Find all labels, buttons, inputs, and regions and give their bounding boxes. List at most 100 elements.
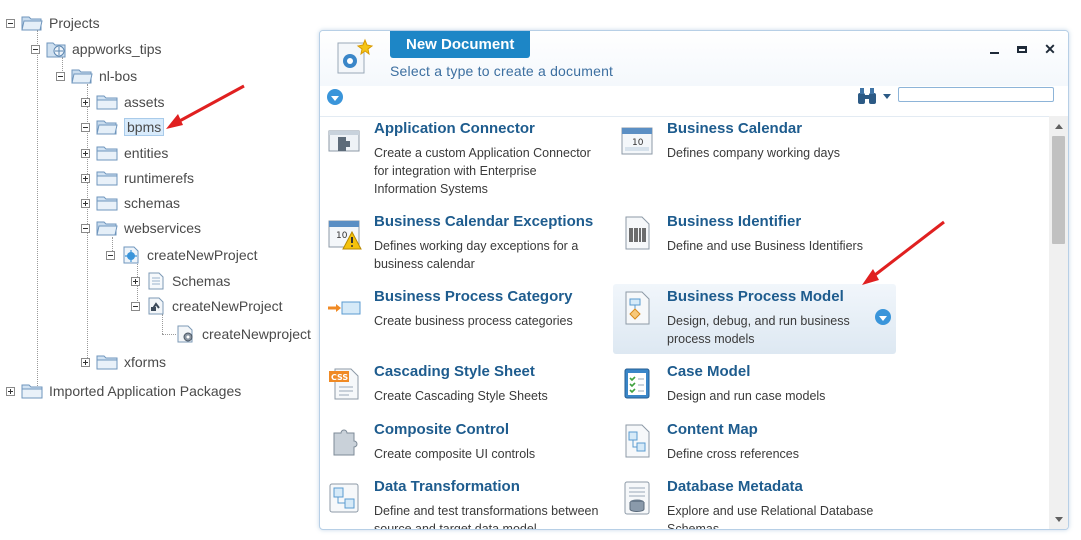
doc-type-name: Business Process Category xyxy=(374,288,573,305)
doc-type-business-calendar-exceptions[interactable]: 10 Business Calendar Exceptions Defines … xyxy=(320,209,602,279)
options-dropdown-button[interactable] xyxy=(327,89,343,105)
tree-node-xforms[interactable]: xforms xyxy=(81,351,166,373)
collapse-icon[interactable] xyxy=(31,44,40,54)
schema-document-icon xyxy=(148,272,164,290)
calendar-icon: 10 xyxy=(621,127,653,155)
doc-type-desc: Create business process categories xyxy=(374,314,573,328)
close-button[interactable]: ✕ xyxy=(1042,41,1058,57)
barcode-icon xyxy=(625,216,650,250)
doc-type-desc: Defines working day exceptions for a bus… xyxy=(374,239,579,271)
collapse-icon[interactable] xyxy=(6,18,15,28)
tree-node-appworks-tips[interactable]: appworks_tips xyxy=(31,38,162,60)
collapse-icon[interactable] xyxy=(131,301,140,311)
content-map-icon xyxy=(625,424,650,458)
doc-type-name: Business Identifier xyxy=(667,213,802,230)
tree-node-webservices[interactable]: webservices xyxy=(81,217,201,239)
folder-icon xyxy=(96,171,118,186)
doc-type-desc: Define and use Business Identifiers xyxy=(667,239,863,253)
tree-label: createNewProject xyxy=(172,298,283,314)
tree-node-projects[interactable]: Projects xyxy=(6,12,100,34)
doc-type-desc: Create composite UI controls xyxy=(374,447,536,461)
doc-type-name: Composite Control xyxy=(374,421,509,438)
tree-node-nl-bos[interactable]: nl-bos xyxy=(56,65,137,87)
doc-type-name: Database Metadata xyxy=(667,478,803,495)
item-options-dropdown-button[interactable] xyxy=(875,309,891,325)
folder-icon xyxy=(96,196,118,211)
document-type-list: Application Connector Create a custom Ap… xyxy=(320,116,1048,529)
doc-type-data-transformation[interactable]: Data Transformation Define and test tran… xyxy=(320,474,602,529)
web-service-interface-icon xyxy=(148,297,164,315)
puzzle-piece-icon xyxy=(333,429,358,456)
tree-node-imported-packages[interactable]: Imported Application Packages xyxy=(6,380,241,402)
collapse-icon[interactable] xyxy=(81,122,90,132)
tree-label: createNewproject xyxy=(202,326,311,342)
tree-node-runtimerefs[interactable]: runtimerefs xyxy=(81,167,194,189)
expand-icon[interactable] xyxy=(81,357,90,367)
expand-icon[interactable] xyxy=(81,173,90,183)
doc-type-name: Application Connector xyxy=(374,120,535,137)
search-options-caret[interactable] xyxy=(883,94,891,99)
web-service-icon xyxy=(123,246,139,264)
doc-type-desc: Define and test transformations between … xyxy=(374,504,599,529)
collapse-icon[interactable] xyxy=(56,71,65,81)
new-document-dialog: New Document Select a type to create a d… xyxy=(319,30,1069,530)
tree-node-schemas-child[interactable]: Schemas xyxy=(131,270,230,292)
tree-node-createnewproject-2[interactable]: createNewProject xyxy=(131,295,283,317)
folder-open-icon xyxy=(21,16,43,31)
tree-node-createnewproject[interactable]: createNewProject xyxy=(106,244,258,266)
doc-type-business-process-model[interactable]: Business Process Model Design, debug, an… xyxy=(613,284,896,354)
maximize-button[interactable] xyxy=(1014,41,1030,57)
tree-node-schemas[interactable]: schemas xyxy=(81,192,180,214)
scroll-down-arrow-icon[interactable] xyxy=(1049,511,1068,527)
window-controls: ✕ xyxy=(986,41,1058,57)
doc-type-database-metadata[interactable]: Database Metadata Explore and use Relati… xyxy=(613,474,895,529)
tree-node-assets[interactable]: assets xyxy=(81,91,164,113)
tree-label-selected: bpms xyxy=(124,118,165,136)
doc-type-desc: Explore and use Relational Database Sche… xyxy=(667,504,874,529)
scroll-up-arrow-icon[interactable] xyxy=(1049,118,1068,134)
tree-line xyxy=(162,334,176,335)
web-service-operation-icon xyxy=(177,325,193,343)
calendar-day-number: 10 xyxy=(632,138,644,148)
dialog-toolbar xyxy=(320,86,1068,117)
vertical-scrollbar[interactable] xyxy=(1049,116,1068,529)
tree-label: webservices xyxy=(124,220,202,236)
tree-label: nl-bos xyxy=(99,68,138,84)
tree-label: entities xyxy=(124,145,169,161)
doc-type-business-process-category[interactable]: Business Process Category Create busines… xyxy=(320,284,602,354)
expand-icon[interactable] xyxy=(81,198,90,208)
folder-icon xyxy=(96,146,118,161)
collapse-icon[interactable] xyxy=(106,250,115,260)
folder-icon xyxy=(96,355,118,370)
tree-node-entities[interactable]: entities xyxy=(81,142,168,164)
doc-type-name: Case Model xyxy=(667,363,751,380)
collapse-icon[interactable] xyxy=(81,223,90,233)
expand-icon[interactable] xyxy=(6,386,15,396)
doc-type-name: Data Transformation xyxy=(374,478,520,495)
tree-label: appworks_tips xyxy=(72,41,162,57)
scroll-thumb[interactable] xyxy=(1052,136,1065,244)
css-file-icon: CSS xyxy=(329,368,359,400)
doc-type-desc: Design and run case models xyxy=(667,389,826,403)
binoculars-icon[interactable] xyxy=(857,87,877,105)
doc-type-name: Business Process Model xyxy=(667,288,844,305)
case-model-icon xyxy=(624,368,650,399)
expand-icon[interactable] xyxy=(81,148,90,158)
expand-icon[interactable] xyxy=(131,276,140,286)
folder-open-icon xyxy=(96,221,118,236)
search-input[interactable] xyxy=(898,87,1054,102)
new-document-icon xyxy=(337,38,374,74)
doc-type-desc: Design, debug, and run business process … xyxy=(667,314,850,346)
doc-type-application-connector[interactable]: Application Connector Create a custom Ap… xyxy=(320,116,602,196)
doc-type-business-identifier[interactable]: Business Identifier Define and use Busin… xyxy=(613,209,895,279)
database-icon xyxy=(624,481,650,515)
tree-label: Projects xyxy=(49,15,100,31)
tree-node-createnewproject-leaf[interactable]: createNewproject xyxy=(176,323,311,345)
tree-label: createNewProject xyxy=(147,247,258,263)
tree-node-bpms[interactable]: bpms xyxy=(81,116,165,138)
doc-type-business-calendar[interactable]: 10 Business Calendar Defines company wor… xyxy=(613,116,895,186)
expand-icon[interactable] xyxy=(81,97,90,107)
tree-label: Imported Application Packages xyxy=(49,383,242,399)
doc-type-desc: Define cross references xyxy=(667,447,800,461)
minimize-button[interactable] xyxy=(986,41,1002,57)
